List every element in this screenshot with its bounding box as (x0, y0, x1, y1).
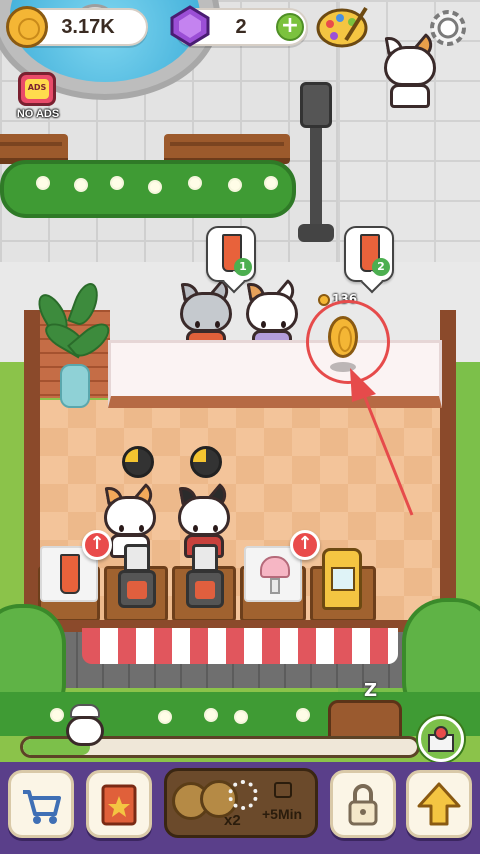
blender-base (186, 570, 224, 608)
locked-feature-button[interactable] (330, 770, 396, 838)
boost-duration: +5Min (262, 806, 303, 822)
cat-eye (281, 321, 286, 328)
coin-counter[interactable]: 3.17K (6, 6, 148, 48)
chef-face (66, 716, 104, 746)
flower (52, 710, 62, 720)
map-pin-icon (428, 726, 454, 752)
ice-machine[interactable] (322, 548, 362, 610)
flower (112, 178, 122, 188)
palette-icon[interactable] (316, 4, 368, 48)
street-lamp-head (300, 82, 332, 128)
flower (190, 178, 200, 188)
juice-icon (60, 554, 80, 594)
blender-base (118, 570, 156, 608)
order-count: 2 (372, 258, 390, 276)
plant-vase (60, 364, 90, 408)
coin-balance: 3.17K (61, 16, 115, 38)
blender-jar (124, 544, 150, 572)
cat-head (180, 292, 232, 332)
flower (150, 182, 160, 192)
sleep-indicator: Z (364, 680, 378, 701)
ice-cream-stand (270, 578, 280, 594)
boost-multiplier: x2 (224, 812, 241, 829)
flower (230, 180, 240, 190)
no-ads-label: NO ADS (16, 108, 60, 120)
flower (236, 712, 246, 722)
shop-cart-button[interactable] (8, 770, 74, 838)
chef-avatar (62, 704, 108, 754)
flower (266, 178, 276, 188)
shop-wall (440, 310, 456, 630)
cat-eye (139, 525, 144, 532)
cat-eye (261, 321, 266, 328)
flower (206, 710, 216, 720)
cat-eye (213, 525, 218, 532)
cat-eye (215, 321, 220, 328)
blender[interactable] (118, 544, 156, 608)
cat-head (104, 496, 156, 536)
upgrade-badge[interactable]: ↑ (82, 530, 112, 560)
cat-head (246, 292, 298, 332)
add-gems-button[interactable]: + (276, 13, 304, 41)
hedge (0, 160, 296, 218)
pointer-arrow (350, 368, 414, 516)
map-button[interactable] (418, 716, 464, 762)
timer-icon (190, 446, 222, 478)
recipe-book-button[interactable] (86, 770, 152, 838)
cat-eye (119, 525, 124, 532)
ice-cream-icon (260, 556, 290, 578)
blender[interactable] (186, 544, 224, 608)
lock-icon (348, 784, 378, 826)
flower (298, 710, 308, 720)
cart-icon (23, 790, 61, 824)
cat-body (390, 84, 430, 108)
upgrade-button[interactable] (406, 770, 472, 838)
flower (76, 180, 86, 190)
order-bubble[interactable]: 1 (206, 226, 256, 282)
cat-head (178, 496, 230, 536)
cat-eye (193, 525, 198, 532)
settings-gear-icon[interactable] (426, 6, 470, 50)
plant-leaf (67, 279, 103, 329)
order-bubble[interactable]: 2 (344, 226, 394, 282)
no-ads-button[interactable]: ADS NO ADS (8, 64, 68, 130)
book-icon (101, 784, 137, 826)
timer-icon (122, 446, 154, 478)
cat-bed (328, 700, 402, 740)
tv-icon: ADS (18, 72, 56, 106)
arrow-up-icon (417, 782, 461, 826)
upgrade-badge[interactable]: ↑ (290, 530, 320, 560)
flower (38, 178, 48, 188)
order-count: 1 (234, 258, 252, 276)
street-lamp-base (298, 224, 334, 242)
blender-jar (192, 544, 218, 572)
flower (160, 712, 170, 722)
ads-badge-text: ADS (27, 83, 47, 92)
potted-plant (32, 278, 116, 408)
ice-machine-window (331, 567, 355, 591)
watch-ad-icon (274, 782, 292, 798)
gem-counter[interactable]: 2 + (170, 5, 308, 47)
loading-spinner (228, 780, 258, 810)
cat-head (384, 46, 436, 86)
striped-awning (82, 628, 398, 664)
cat-eye (195, 321, 200, 328)
